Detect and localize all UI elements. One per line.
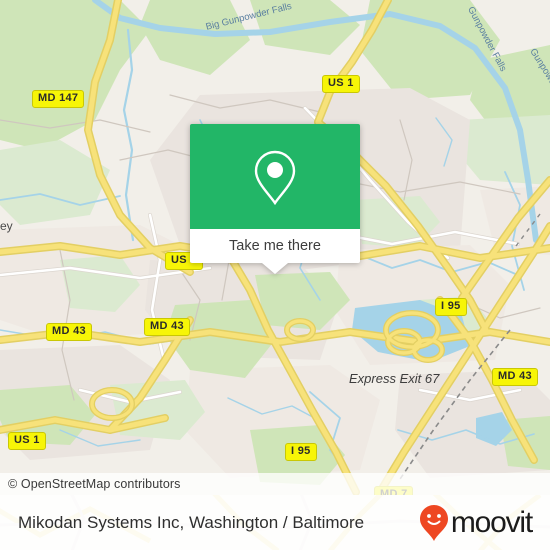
map-pin-icon [254,150,296,205]
shield-md43-east: MD 43 [492,368,538,386]
shield-i95-south: I 95 [285,443,317,461]
location-title: Mikodan Systems Inc, Washington / Baltim… [18,512,365,532]
moovit-wordmark: moovit [450,505,533,539]
take-me-there-label: Take me there [229,238,321,254]
moovit-brand[interactable]: moovit [419,504,533,542]
place-label-clipped: ey [0,219,13,233]
shield-us1-southwest: US 1 [8,432,46,450]
moovit-pin-icon [419,504,448,541]
shield-us1-north: US 1 [322,75,360,93]
popup-icon-area [190,124,360,229]
footer-bar: Mikodan Systems Inc, Washington / Baltim… [0,495,550,550]
take-me-there-button[interactable]: Take me there [190,229,360,263]
osm-attribution[interactable]: © OpenStreetMap contributors [8,477,181,491]
location-popup[interactable]: Take me there [190,124,360,274]
shield-md43-west: MD 43 [46,323,92,341]
popup-tail [262,263,288,274]
shield-i95-east: I 95 [435,298,467,316]
shield-md147: MD 147 [32,90,85,108]
screenshot-root: .green { fill:#cfe5b8; } .green2 { fill:… [0,0,550,550]
place-label-express-exit-67: Express Exit 67 [349,371,440,386]
shield-md43-center: MD 43 [144,318,190,336]
